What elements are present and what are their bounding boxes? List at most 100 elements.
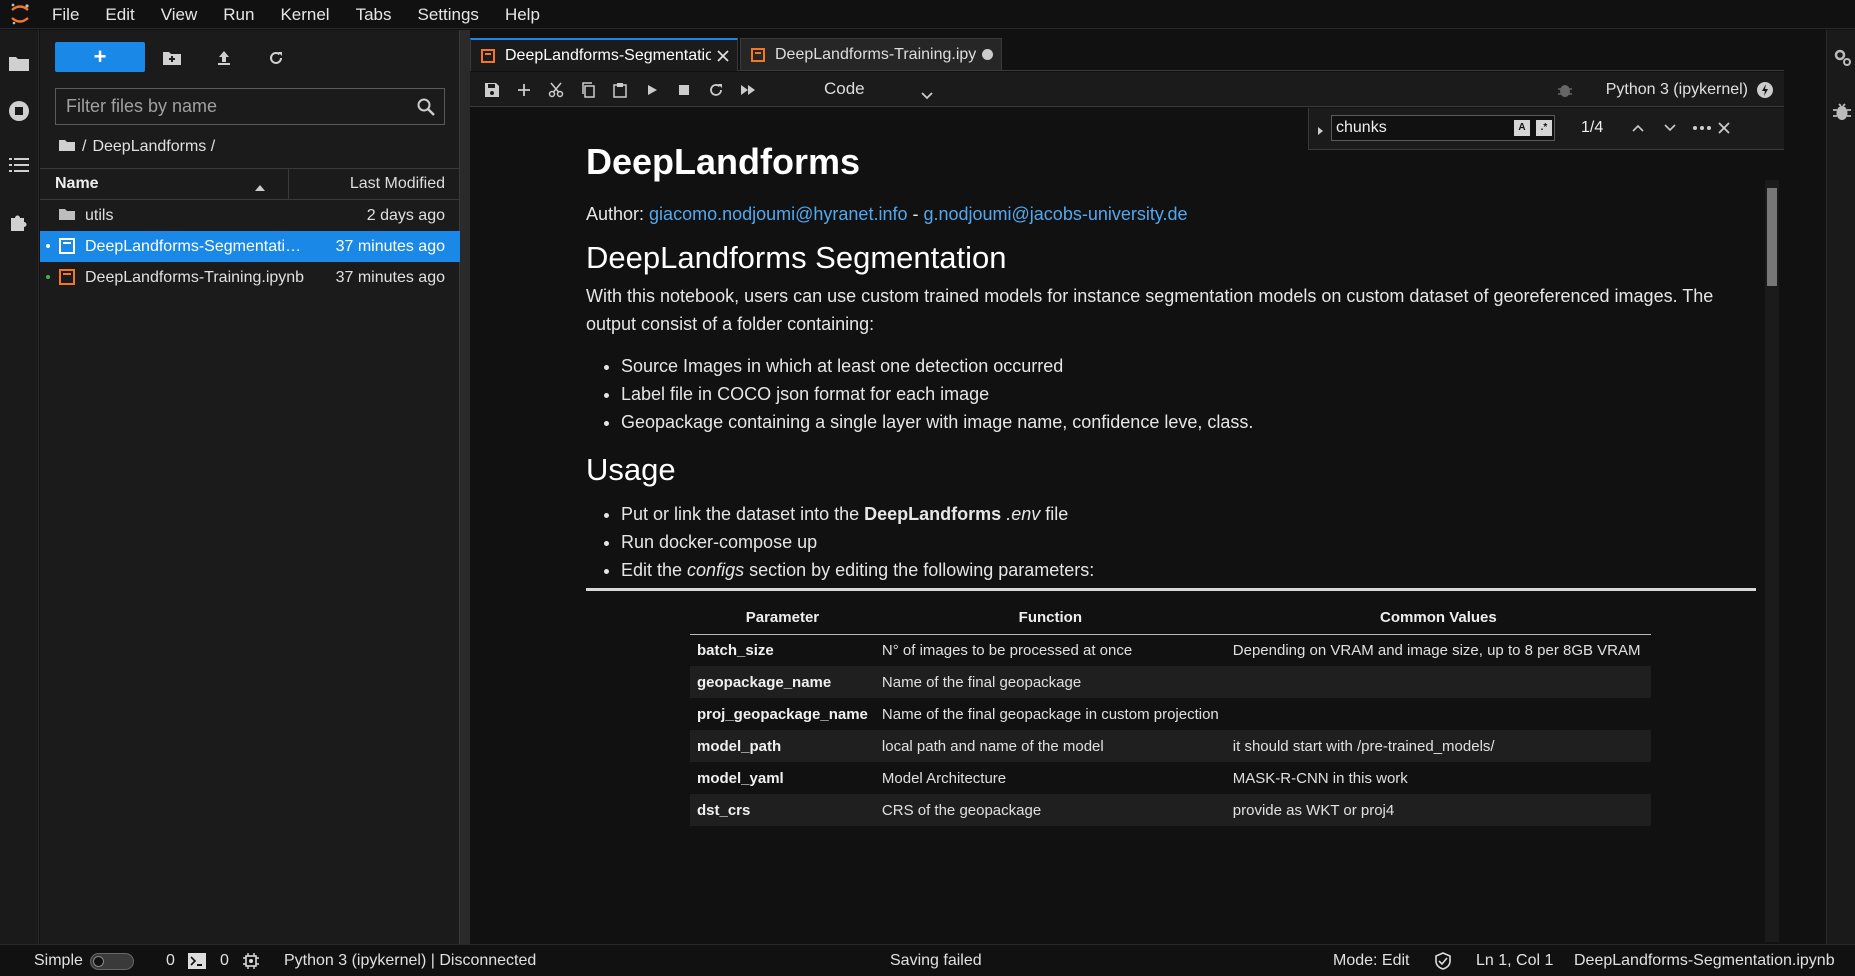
left-activity-bar	[0, 30, 39, 944]
folder-icon[interactable]	[6, 50, 32, 76]
notebook-toolbar: Code Python 3 (ipykernel)	[470, 72, 1784, 107]
file-row-segmentation[interactable]: DeepLandforms-Segmentation.ipynb 37 minu…	[40, 231, 460, 262]
column-name-label: Name	[55, 175, 99, 192]
running-indicator-icon	[46, 244, 50, 248]
paste-icon[interactable]	[610, 80, 630, 100]
tab-segmentation[interactable]: DeepLandforms-Segmentation.ipynb	[470, 38, 738, 71]
breadcrumb-root[interactable]: /	[82, 138, 86, 156]
usage-em: configs	[687, 560, 745, 580]
terminal-count[interactable]: 0	[166, 945, 175, 976]
menu-edit[interactable]: Edit	[92, 0, 147, 29]
list-item: Put or link the dataset into the DeepLan…	[621, 500, 1756, 528]
run-icon[interactable]	[642, 80, 662, 100]
find-replace-overlay: A .* 1/4	[1308, 108, 1784, 150]
file-name: DeepLandforms-Segmentation.ipynb	[85, 238, 305, 255]
tab-label: DeepLandforms-Training.ipy	[775, 45, 977, 63]
new-launcher-button[interactable]: +	[55, 42, 145, 72]
cursor-position[interactable]: Ln 1, Col 1	[1476, 945, 1553, 976]
table-cell: batch_size	[697, 641, 774, 659]
more-options-icon[interactable]	[1693, 119, 1711, 137]
table-of-contents-icon[interactable]	[6, 152, 32, 178]
menu-tabs[interactable]: Tabs	[343, 0, 405, 29]
notebook-scrollbar[interactable]	[1765, 180, 1779, 942]
scrollbar-thumb[interactable]	[1767, 188, 1777, 286]
notebook-icon	[58, 237, 76, 255]
menu-kernel[interactable]: Kernel	[267, 0, 342, 29]
menu-file[interactable]: File	[40, 0, 92, 29]
panel-splitter[interactable]	[460, 30, 470, 944]
previous-match-icon[interactable]	[1629, 119, 1647, 137]
filter-files-input[interactable]	[66, 89, 406, 124]
menu-run[interactable]: Run	[210, 0, 267, 29]
column-name-header[interactable]: Name	[40, 169, 289, 199]
case-sensitive-toggle[interactable]: A	[1514, 120, 1530, 136]
close-icon[interactable]	[715, 48, 731, 64]
kernel-count[interactable]: 0	[220, 945, 229, 976]
insert-cell-icon[interactable]	[514, 80, 534, 100]
table-cell: MASK-R-CNN in this work	[1232, 769, 1408, 787]
usage-text: Put or link the dataset into the	[621, 504, 865, 524]
breadcrumb-folder[interactable]: DeepLandforms /	[92, 138, 215, 156]
table-row: geopackage_name Name of the final geopac…	[690, 666, 1651, 698]
close-icon[interactable]	[1715, 119, 1733, 137]
upload-icon[interactable]	[212, 46, 236, 70]
status-bar: Simple 0 0 Python 3 (ipykernel) | Discon…	[0, 944, 1855, 976]
email-link-2[interactable]: g.nodjoumi@jacobs-university.de	[923, 204, 1187, 224]
tab-training[interactable]: DeepLandforms-Training.ipy	[740, 38, 1002, 71]
table-cell: N° of images to be processed at once	[881, 641, 1133, 659]
bug-icon[interactable]	[1556, 81, 1574, 99]
menu-help[interactable]: Help	[492, 0, 553, 29]
menu-settings[interactable]: Settings	[405, 0, 492, 29]
horizontal-rule	[586, 588, 1756, 591]
copy-icon[interactable]	[578, 80, 598, 100]
table-cell: local path and name of the model	[874, 730, 1226, 762]
kernel-name-button[interactable]: Python 3 (ipykernel)	[1606, 72, 1748, 107]
cut-icon[interactable]	[546, 80, 566, 100]
stop-icon[interactable]	[674, 80, 694, 100]
debugger-bug-icon[interactable]	[1831, 100, 1853, 122]
breadcrumb: / DeepLandforms /	[58, 136, 215, 158]
tab-bar: DeepLandforms-Segmentation.ipynb DeepLan…	[470, 38, 1784, 71]
file-browser: + / DeepLandforms / Name	[40, 30, 460, 944]
kernel-chip-icon	[242, 952, 260, 970]
unsaved-indicator-icon[interactable]	[982, 49, 994, 60]
right-panel-area	[1784, 30, 1855, 944]
next-match-icon[interactable]	[1661, 119, 1679, 137]
extension-puzzle-icon[interactable]	[6, 210, 32, 236]
usage-em: .env	[1006, 504, 1041, 524]
new-folder-icon[interactable]	[160, 46, 184, 70]
restart-icon[interactable]	[706, 80, 726, 100]
sort-ascending-icon	[254, 179, 266, 191]
refresh-icon[interactable]	[264, 46, 288, 70]
table-cell: Name of the final geopackage in custom p…	[881, 705, 1219, 723]
column-last-modified-header[interactable]: Last Modified	[350, 169, 445, 199]
table-cell: dst_crs	[690, 794, 875, 826]
search-input[interactable]	[1336, 116, 1506, 140]
parameters-table: Parameter Function Common Values batch_s…	[690, 602, 1651, 826]
running-sessions-icon[interactable]	[6, 98, 32, 124]
fast-forward-icon[interactable]	[738, 80, 758, 100]
expand-replace-icon[interactable]	[1317, 123, 1325, 135]
menu-bar: File Edit View Run Kernel Tabs Settings …	[0, 0, 1855, 29]
search-field: A .*	[1331, 115, 1555, 141]
email-link-1[interactable]: giacomo.nodjoumi@hyranet.info	[649, 204, 907, 224]
menu-view[interactable]: View	[148, 0, 211, 29]
usage-text: file	[1040, 504, 1069, 524]
file-modified: 37 minutes ago	[335, 238, 445, 255]
toggle-knob	[93, 956, 104, 967]
file-row-training[interactable]: DeepLandforms-Training.ipynb 37 minutes …	[40, 262, 460, 293]
regex-toggle[interactable]: .*	[1536, 120, 1552, 136]
simple-mode-toggle[interactable]	[90, 953, 134, 970]
trusted-shield-icon[interactable]	[1434, 952, 1452, 970]
save-icon[interactable]	[482, 80, 502, 100]
cell-type-value: Code	[824, 79, 865, 98]
kernel-status-text[interactable]: Python 3 (ipykernel) | Disconnected	[284, 945, 536, 976]
jupyter-logo-icon	[0, 0, 40, 29]
usage-list: Put or link the dataset into the DeepLan…	[586, 500, 1756, 584]
file-row-utils[interactable]: utils 2 days ago	[40, 200, 460, 231]
cell-type-dropdown[interactable]: Code	[824, 76, 934, 102]
terminal-icon	[188, 953, 206, 969]
property-inspector-gear-icon[interactable]	[1831, 46, 1853, 68]
table-row: proj_geopackage_name Name of the final g…	[690, 698, 1651, 730]
home-folder-icon[interactable]	[58, 138, 76, 157]
